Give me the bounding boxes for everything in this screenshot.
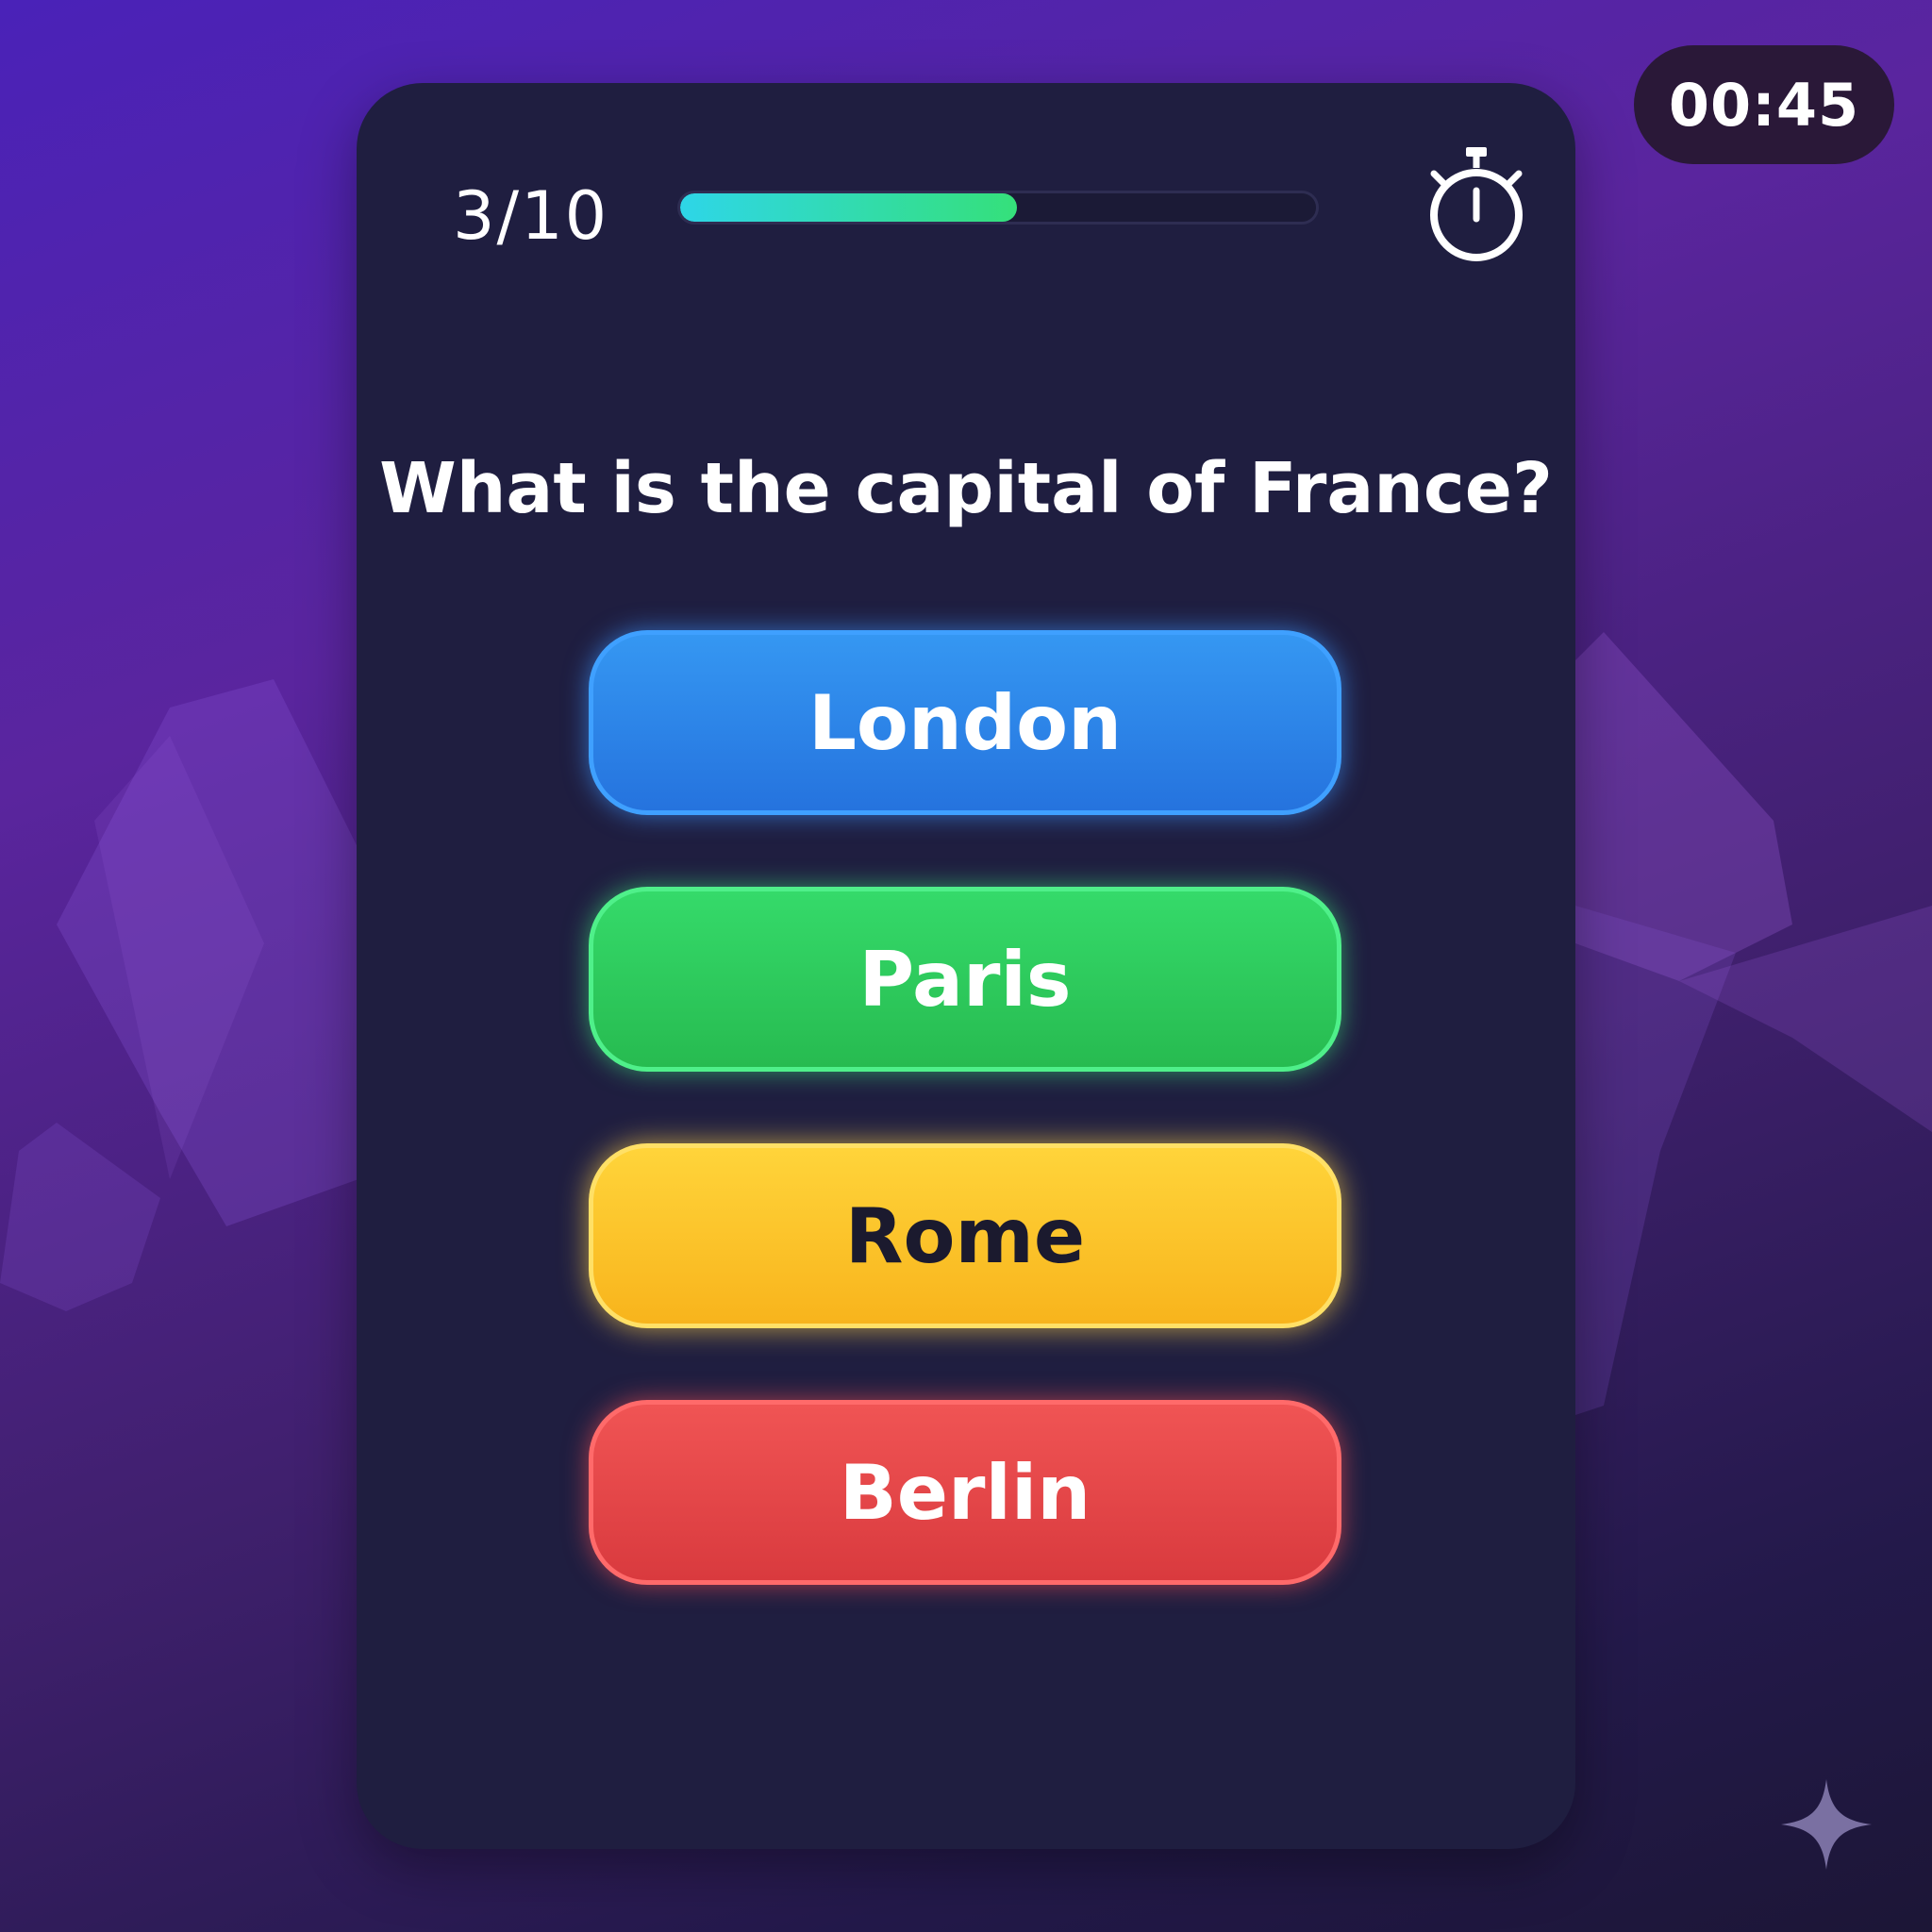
answer-button-berlin[interactable]: Berlin: [589, 1400, 1341, 1585]
answer-button-paris[interactable]: Paris: [589, 887, 1341, 1072]
answer-label: Berlin: [839, 1448, 1091, 1537]
countdown-timer: 00:45: [1634, 45, 1894, 164]
question-text: What is the capital of France?: [379, 448, 1553, 529]
sparkle-icon: [1781, 1779, 1872, 1870]
progress-bar: [677, 191, 1319, 225]
answer-button-london[interactable]: London: [589, 630, 1341, 815]
stopwatch-icon: [1430, 147, 1523, 261]
question-counter: 3/10: [453, 177, 609, 255]
quiz-card: 3/10 What is the capital of France? Lond…: [357, 83, 1575, 1849]
answer-label: Paris: [858, 935, 1072, 1024]
answer-label: Rome: [844, 1191, 1086, 1280]
progress-bar-fill: [680, 193, 1018, 222]
answer-label: London: [808, 678, 1123, 767]
answer-button-rome[interactable]: Rome: [589, 1143, 1341, 1328]
